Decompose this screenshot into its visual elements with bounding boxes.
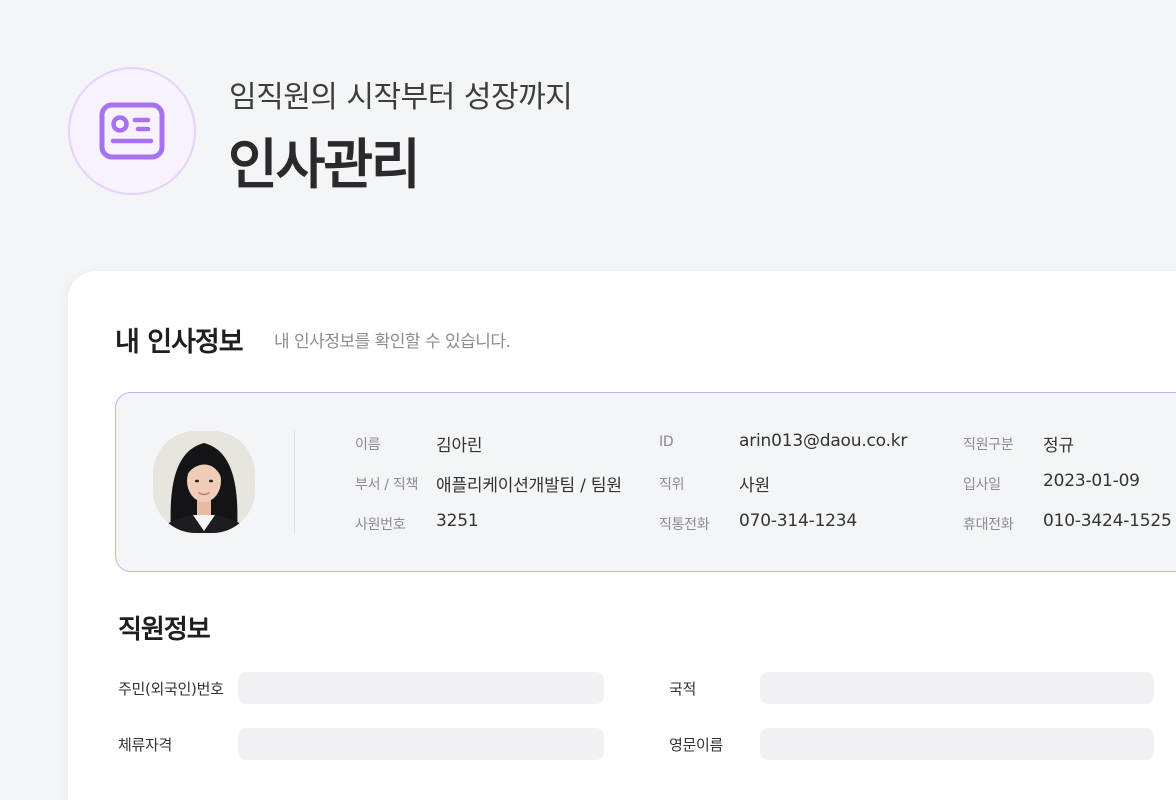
nationality-label: 국적 — [669, 680, 697, 698]
office-phone-value: 070-314-1234 — [739, 511, 858, 531]
emp-type-value: 정규 — [1043, 436, 1074, 456]
residence-status-label: 체류자격 — [118, 736, 173, 754]
english-name-label: 영문이름 — [669, 736, 724, 754]
employee-info-title: 직원정보 — [118, 615, 211, 645]
join-date-label: 입사일 — [963, 477, 1001, 493]
section-description: 내 인사정보를 확인할 수 있습니다. — [274, 332, 511, 352]
mobile-label: 휴대전화 — [963, 517, 1014, 533]
hero-icon-circle — [68, 67, 196, 195]
resident-no-label: 주민(외국인)번호 — [118, 680, 224, 698]
id-card-icon — [99, 102, 165, 160]
name-value: 김아린 — [436, 436, 483, 456]
id-value: arin013@daou.co.kr — [739, 431, 908, 451]
join-date-value: 2023-01-09 — [1043, 471, 1140, 491]
dept-label: 부서 / 직책 — [355, 477, 419, 493]
position-label: 직위 — [659, 477, 685, 493]
name-label: 이름 — [355, 437, 381, 453]
avatar — [153, 431, 255, 533]
hero-title: 인사관리 — [228, 133, 421, 196]
id-label: ID — [659, 434, 674, 450]
dept-value: 애플리케이션개발팀 / 팀원 — [436, 476, 622, 496]
english-name-field[interactable] — [760, 728, 1154, 760]
emp-no-value: 3251 — [436, 511, 479, 531]
residence-status-field[interactable] — [238, 728, 604, 760]
profile-photo — [153, 431, 255, 533]
section-title: 내 인사정보 — [115, 327, 244, 358]
hero-subtitle: 임직원의 시작부터 성장까지 — [229, 80, 573, 115]
position-value: 사원 — [739, 476, 770, 496]
office-phone-label: 직통전화 — [659, 517, 710, 533]
nationality-field[interactable] — [760, 672, 1154, 704]
profile-divider — [294, 430, 295, 534]
mobile-value: 010-3424-1525 — [1043, 511, 1172, 531]
profile-panel — [115, 392, 1176, 572]
emp-no-label: 사원번호 — [355, 517, 406, 533]
emp-type-label: 직원구분 — [963, 437, 1014, 453]
resident-no-field[interactable] — [238, 672, 604, 704]
